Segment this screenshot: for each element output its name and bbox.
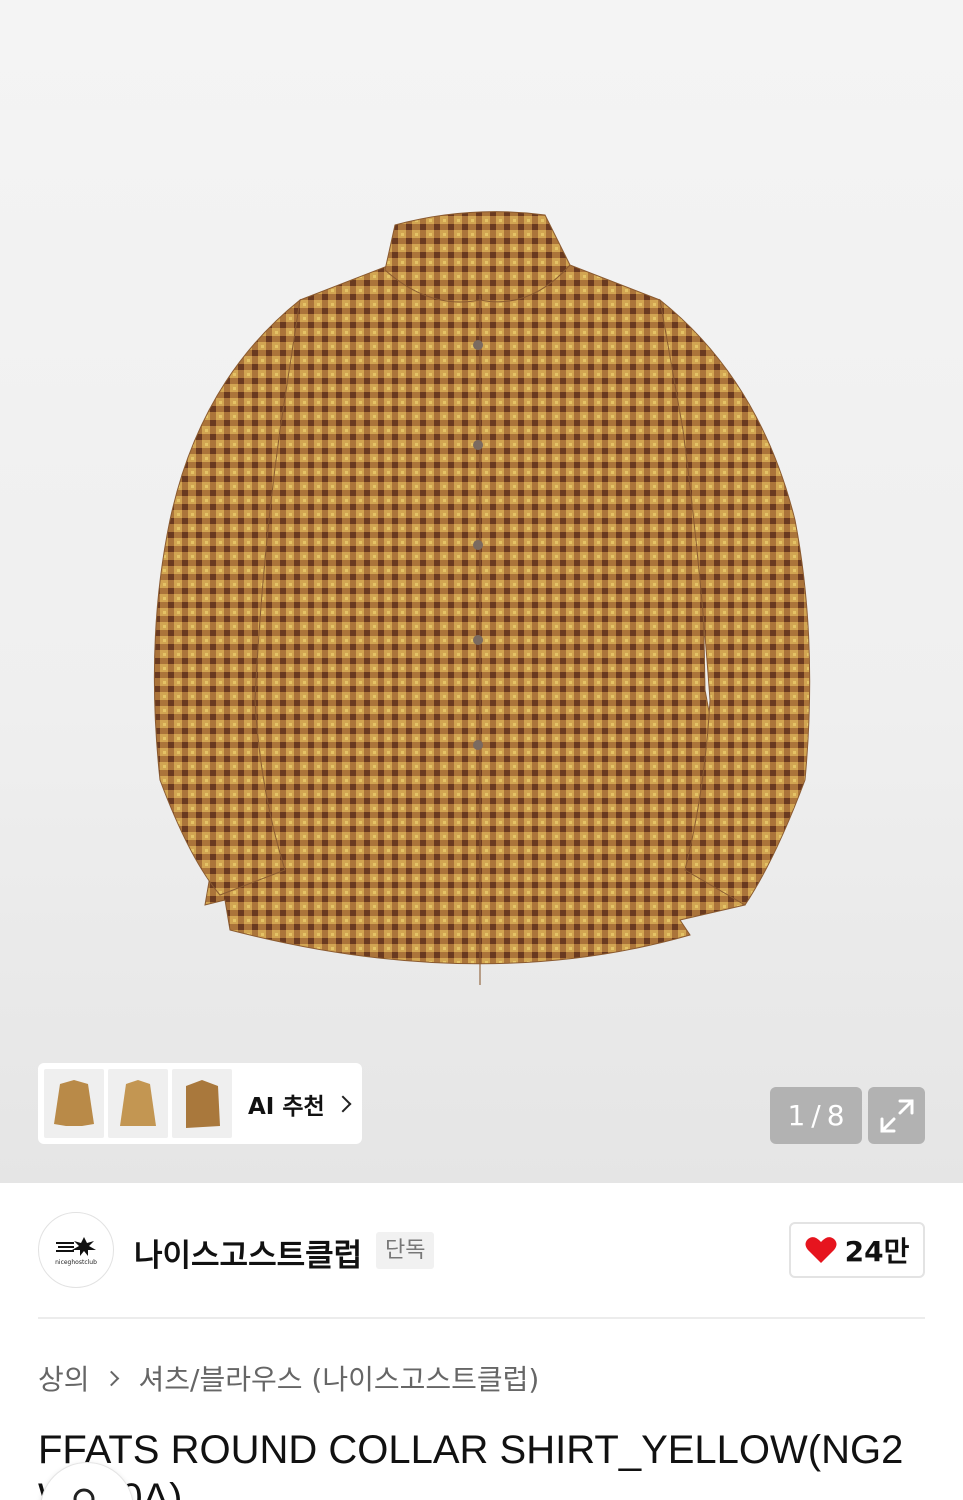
shirt-thumbnail-icon	[54, 1079, 94, 1126]
chevron-right-icon	[103, 1370, 119, 1386]
expand-icon	[880, 1099, 913, 1132]
heart-icon	[805, 1237, 837, 1263]
shirt-thumbnail-icon	[120, 1079, 156, 1126]
thumbnail-1[interactable]	[44, 1069, 104, 1138]
breadcrumb-subcategory[interactable]: 셔츠/블라우스 (나이스고스트클럽)	[139, 1358, 540, 1398]
ai-recommend-chip[interactable]: AI 추천	[38, 1063, 362, 1144]
brand-logo[interactable]: niceghostclub	[38, 1212, 114, 1288]
product-photo-shirt	[153, 211, 811, 985]
breadcrumb-category[interactable]: 상의	[38, 1358, 90, 1398]
thumbnail-3[interactable]	[172, 1069, 232, 1138]
search-icon	[73, 1488, 95, 1500]
like-count: 24만	[844, 1235, 910, 1268]
thumbnail-2[interactable]	[108, 1069, 168, 1138]
product-title: FFATS ROUND COLLAR SHIRT_YELLOW(NG2 W300…	[38, 1428, 904, 1500]
pager-total: 8	[826, 1099, 845, 1132]
pager-separator: /	[811, 1099, 821, 1132]
like-button[interactable]: 24만	[789, 1222, 925, 1278]
exclusive-badge: 단독	[376, 1232, 435, 1269]
image-pager: 1 / 8	[770, 1087, 862, 1144]
shirt-thumbnail-icon	[186, 1079, 220, 1128]
brand-row: niceghostclub 나이스고스트클럽 단독 24만	[38, 1212, 925, 1288]
divider	[38, 1317, 925, 1319]
brand-logo-text: niceghostclub	[55, 1258, 97, 1266]
ai-recommend-label: AI 추천	[248, 1093, 325, 1120]
breadcrumb: 상의 셔츠/블라우스 (나이스고스트클럽)	[38, 1360, 539, 1396]
pager-current: 1	[787, 1099, 806, 1132]
product-image-gallery[interactable]: AI 추천 1 / 8	[0, 0, 963, 1183]
star-logo-icon	[56, 1236, 96, 1256]
brand-name[interactable]: 나이스고스트클럽	[134, 1230, 362, 1275]
expand-button[interactable]	[868, 1087, 925, 1144]
chevron-right-icon	[334, 1095, 352, 1112]
